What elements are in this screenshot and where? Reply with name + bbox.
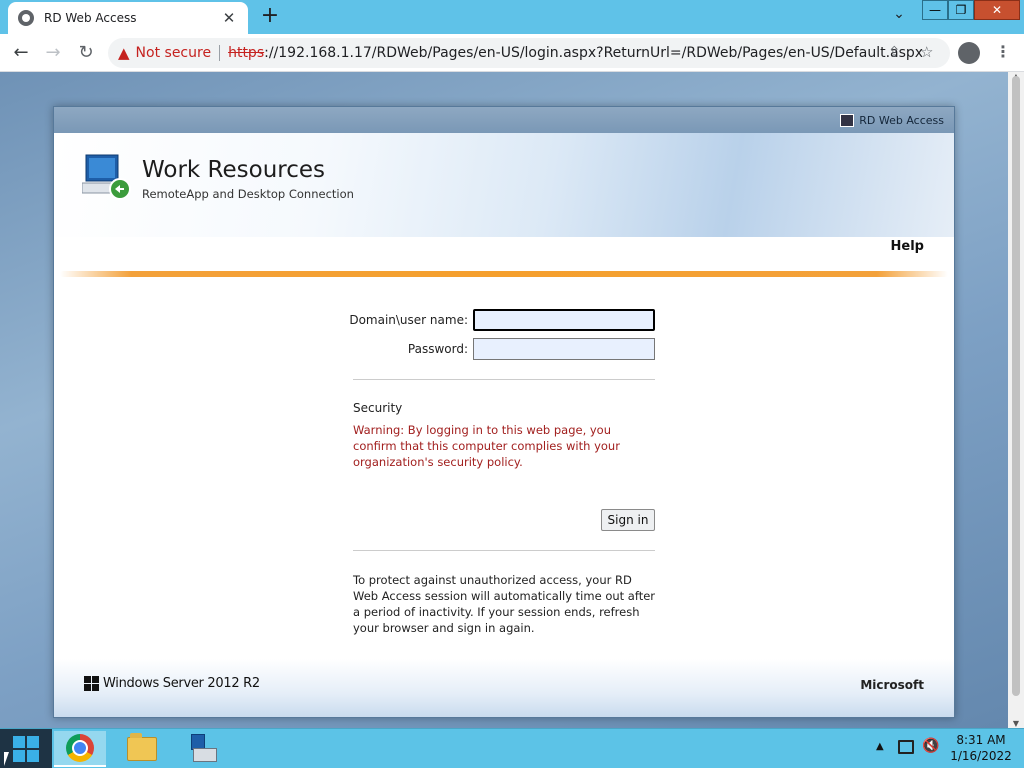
volume-muted-icon[interactable]: 🔇 (922, 738, 939, 754)
tab-strip: RD Web Access ✕ + ⌄ — ❐ ✕ (0, 0, 1024, 34)
tab-title: RD Web Access (44, 11, 137, 25)
password-label: Password: (407, 342, 468, 356)
mouse-cursor (4, 752, 9, 766)
security-heading: Security (353, 401, 403, 415)
page-subtitle: RemoteApp and Desktop Connection (142, 187, 354, 201)
url-scheme: https (228, 45, 265, 61)
taskbar-file-explorer[interactable] (116, 731, 168, 767)
security-warning: Warning: By logging in to this web page,… (353, 423, 620, 469)
browser-toolbar: ← → ↻ ▲ Not secure https ://192.168.1.17… (0, 34, 1024, 72)
username-label: Domain\user name: (349, 313, 468, 327)
new-tab-button[interactable]: + (258, 5, 282, 29)
panel-top-bar: RD Web Access (54, 107, 954, 133)
clock[interactable]: 8:31 AM 1/16/2022 (948, 732, 1014, 764)
session-timeout-info: To protect against unauthorized access, … (353, 573, 656, 635)
back-button[interactable]: ← (8, 41, 34, 65)
help-row: Help (54, 237, 954, 271)
scrollbar-thumb[interactable] (1012, 76, 1020, 696)
panel-header: Work Resources RemoteApp and Desktop Con… (54, 133, 954, 237)
username-input[interactable] (473, 309, 655, 331)
panel-top-label: RD Web Access (859, 113, 944, 127)
window-minimize-button[interactable]: — (922, 0, 948, 20)
rd-web-access-panel: RD Web Access Work Resources RemoteApp a… (53, 106, 955, 718)
divider (353, 379, 655, 380)
rd-web-access-icon (840, 113, 855, 127)
clock-date: 1/16/2022 (950, 749, 1012, 763)
login-form: Domain\user name: Password: Security War… (54, 273, 954, 653)
taskbar: ▲ 🔇 8:31 AM 1/16/2022 (0, 728, 1024, 768)
remote-desktop-icon (189, 734, 219, 764)
page-scrollbar[interactable]: ▲ ▼ (1008, 72, 1024, 728)
remote-desktop-icon (82, 154, 131, 200)
star-icon[interactable]: ☆ (920, 43, 933, 61)
tray-expand-icon[interactable]: ▲ (876, 741, 884, 752)
windows-logo-icon (84, 676, 99, 691)
tab-rd-web-access[interactable]: RD Web Access ✕ (8, 2, 248, 34)
globe-icon (18, 10, 34, 26)
scroll-down-icon[interactable]: ▼ (1011, 719, 1021, 728)
address-divider (219, 45, 221, 61)
reload-button[interactable]: ↻ (73, 41, 99, 65)
folder-icon (127, 733, 157, 761)
url-text: ://192.168.1.17/RDWeb/Pages/en-US/login.… (264, 45, 924, 61)
taskbar-remote-desktop[interactable] (178, 731, 230, 767)
divider (353, 550, 655, 551)
microsoft-logo: Microsoft (860, 678, 924, 692)
window-close-button[interactable]: ✕ (974, 0, 1020, 20)
network-icon[interactable] (898, 740, 914, 754)
windows-start-icon (13, 736, 39, 762)
taskbar-chrome[interactable] (54, 731, 106, 767)
os-name: Windows Server 2012 R2 (103, 676, 260, 691)
page-title: Work Resources (142, 157, 326, 183)
address-bar[interactable]: ▲ Not secure https ://192.168.1.17/RDWeb… (108, 38, 950, 68)
clock-time: 8:31 AM (956, 733, 1006, 747)
menu-icon[interactable]: ⋮ (995, 42, 1011, 61)
password-input[interactable] (473, 338, 655, 360)
help-link[interactable]: Help (891, 239, 924, 254)
forward-button[interactable]: → (40, 41, 66, 65)
share-icon[interactable]: ⇪ (888, 43, 901, 61)
panel-footer: Windows Server 2012 R2 Microsoft (54, 659, 954, 717)
profile-icon[interactable] (958, 42, 980, 64)
sign-in-button[interactable]: Sign in (601, 509, 655, 531)
chrome-icon (66, 734, 94, 762)
tab-search-icon[interactable]: ⌄ (888, 6, 910, 28)
warning-icon[interactable]: ▲ (118, 44, 130, 62)
page-viewport: RD Web Access Work Resources RemoteApp a… (0, 72, 1008, 728)
tab-close-icon[interactable]: ✕ (220, 9, 238, 27)
not-secure-label[interactable]: Not secure (136, 45, 212, 61)
window-maximize-button[interactable]: ❐ (948, 0, 974, 20)
